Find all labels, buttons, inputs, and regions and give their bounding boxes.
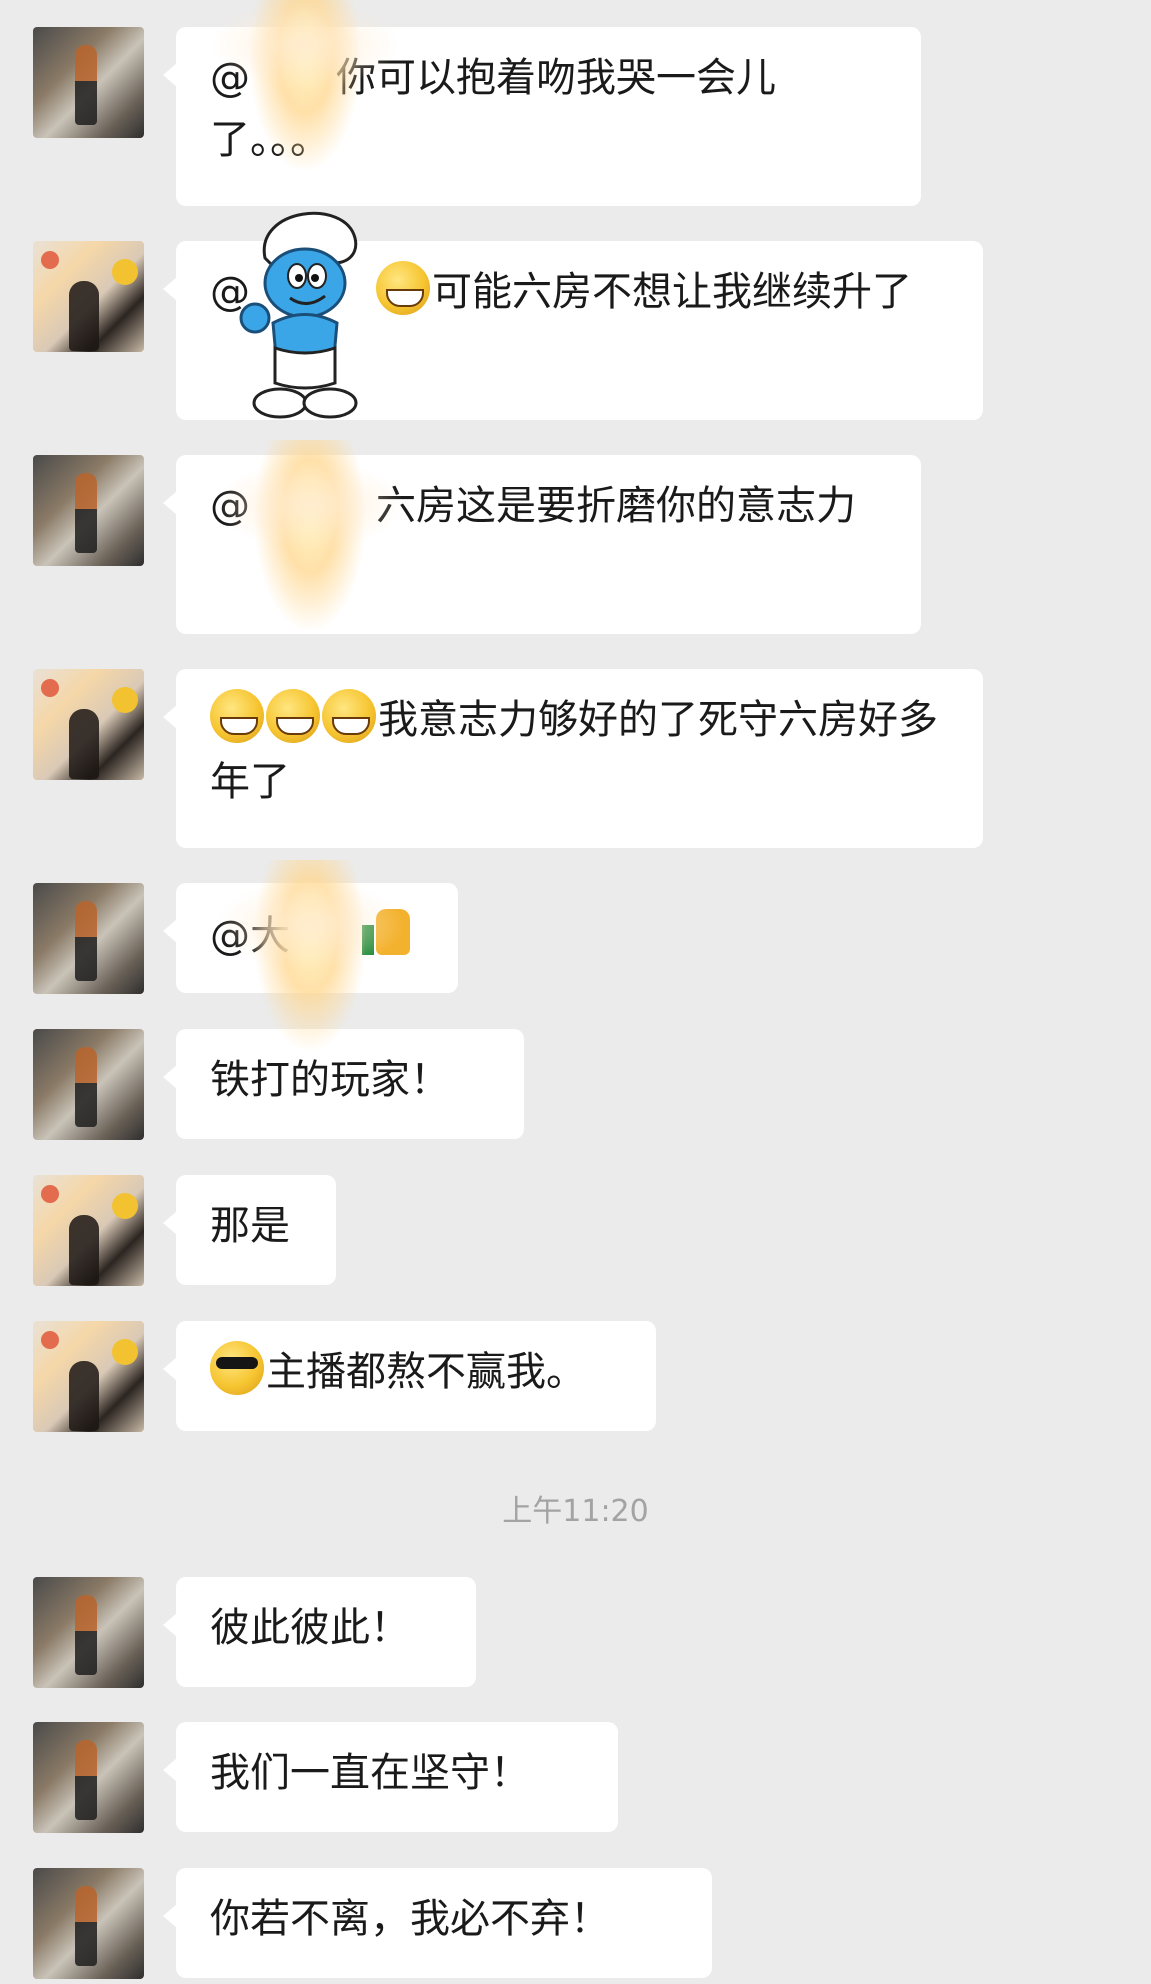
message-bubble[interactable]: 我们一直在坚守！	[163, 1722, 618, 1832]
message-bubble[interactable]: 彼此彼此！	[163, 1577, 476, 1687]
message-text: 那是	[210, 1203, 290, 1249]
message-text: 彼此彼此！	[210, 1605, 410, 1651]
grin-emoji	[376, 261, 430, 315]
avatar[interactable]	[33, 1722, 144, 1833]
grin-emoji	[266, 689, 320, 743]
message-text: @	[210, 55, 250, 101]
message-text: 我们一直在坚守！	[210, 1750, 530, 1796]
message-text: @	[210, 269, 250, 315]
avatar[interactable]	[33, 27, 144, 138]
time-separator: 上午11:20	[502, 1494, 649, 1529]
cool-emoji	[210, 1341, 264, 1395]
message-bubble[interactable]: 我意志力够好的了死守六房好多年了	[163, 669, 983, 848]
avatar[interactable]	[33, 883, 144, 994]
message-bubble[interactable]: @ 你可以抱着吻我哭一会儿了。。。	[163, 27, 921, 206]
avatar[interactable]	[33, 669, 144, 780]
message-bubble[interactable]: @ 可能六房不想让我继续升了	[163, 241, 983, 420]
avatar[interactable]	[33, 1868, 144, 1979]
avatar[interactable]	[33, 1321, 144, 1432]
message-text: 六房这是要折磨你的意志力	[376, 483, 856, 529]
grin-emoji	[210, 689, 264, 743]
avatar[interactable]	[33, 455, 144, 566]
avatar[interactable]	[33, 241, 144, 352]
message-bubble[interactable]: 你若不离，我必不弃！	[163, 1868, 712, 1978]
message-bubble[interactable]: 铁打的玩家！	[163, 1029, 524, 1139]
message-bubble[interactable]: @ 六房这是要折磨你的意志力	[163, 455, 921, 634]
grin-emoji	[322, 689, 376, 743]
message-text: 铁打的玩家！	[210, 1057, 450, 1103]
message-text: 你若不离，我必不弃！	[210, 1896, 610, 1942]
avatar[interactable]	[33, 1577, 144, 1688]
message-text: @大	[210, 913, 290, 959]
avatar[interactable]	[33, 1029, 144, 1140]
message-bubble[interactable]: @大	[163, 883, 458, 993]
message-text: @	[210, 483, 250, 529]
message-bubble[interactable]: 那是	[163, 1175, 336, 1285]
message-text: 主播都熬不赢我。	[266, 1349, 586, 1395]
thumbs-up-emoji	[360, 903, 414, 957]
message-text: 你可以抱着吻我哭一会儿了。。。	[210, 55, 776, 163]
message-text: 可能六房不想让我继续升了	[432, 269, 912, 315]
message-bubble[interactable]: 主播都熬不赢我。	[163, 1321, 656, 1431]
avatar[interactable]	[33, 1175, 144, 1286]
